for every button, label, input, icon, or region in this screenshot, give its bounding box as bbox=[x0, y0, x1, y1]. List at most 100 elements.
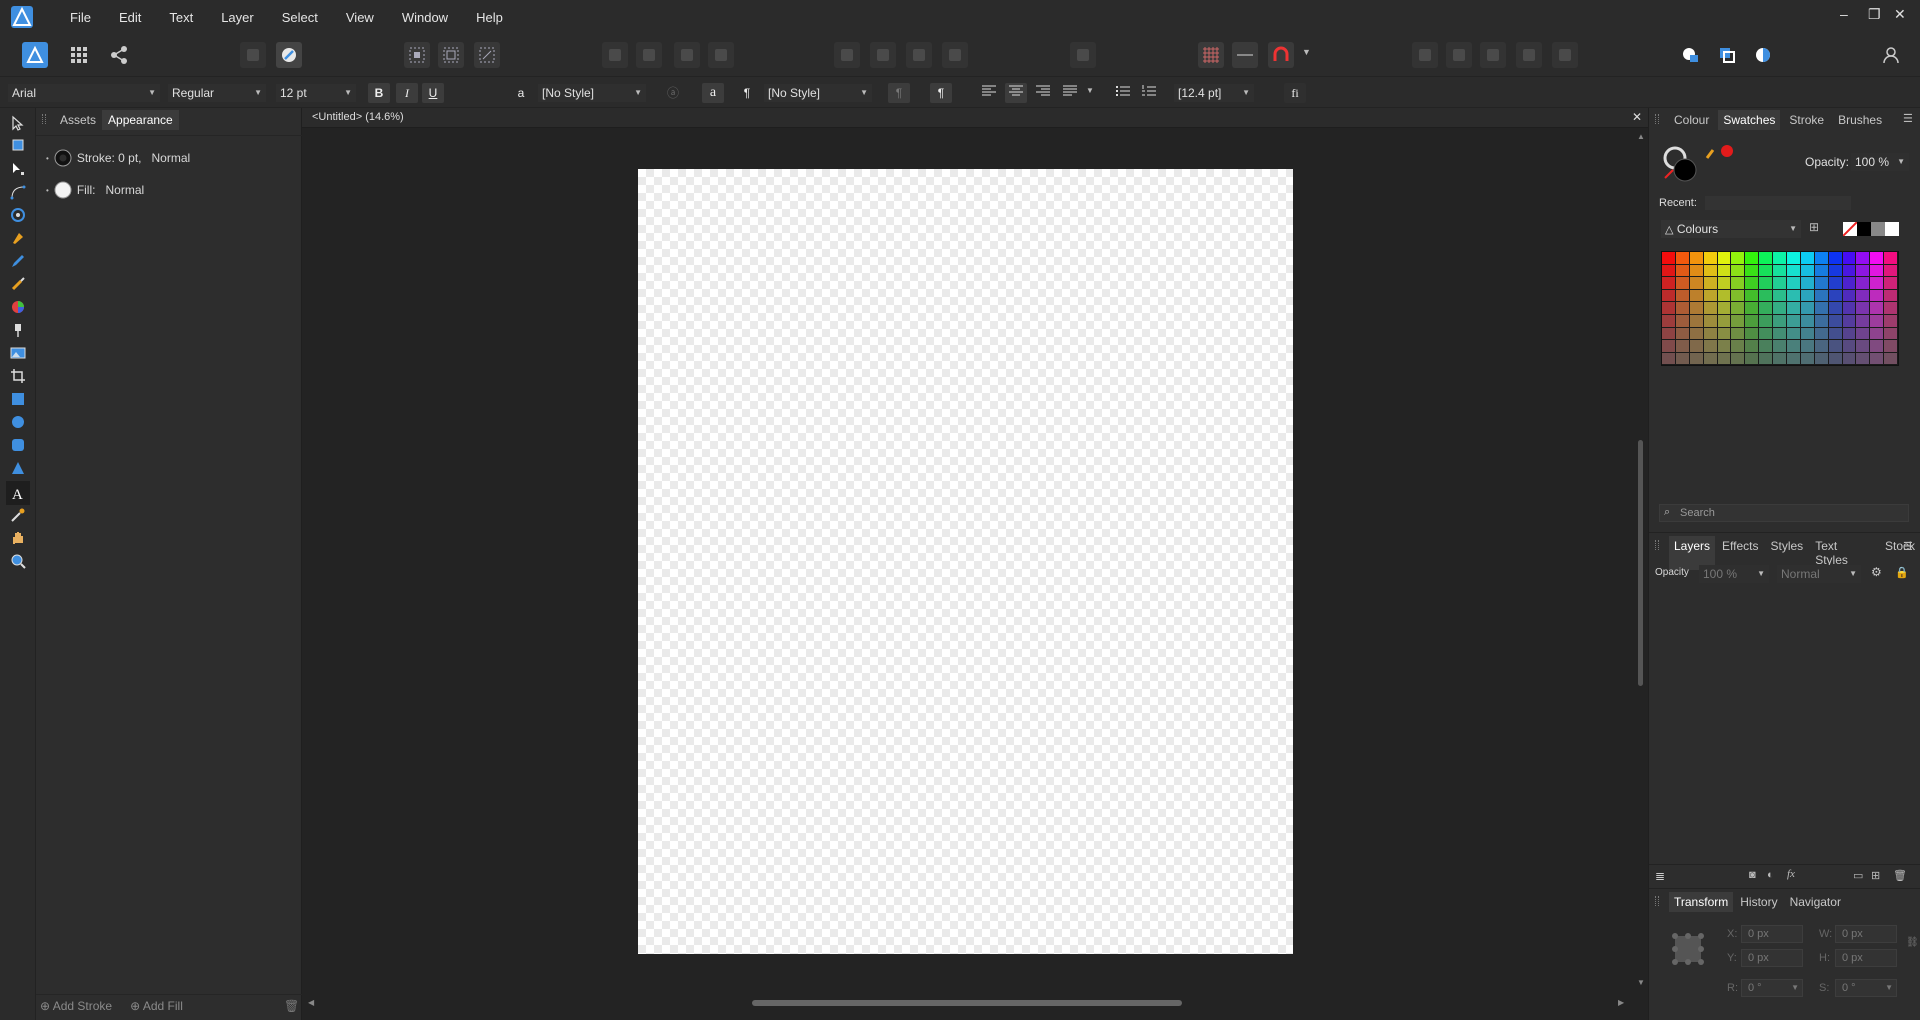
layer-mode-button[interactable] bbox=[1750, 42, 1776, 68]
color-swatch[interactable] bbox=[1800, 340, 1815, 353]
color-swatch[interactable] bbox=[1828, 327, 1843, 341]
gear-icon[interactable]: ⚙ bbox=[1871, 565, 1882, 579]
typography-button[interactable]: fi bbox=[1284, 83, 1306, 103]
color-swatch[interactable] bbox=[1731, 314, 1746, 328]
clear-paragraph-button[interactable]: ¶ bbox=[888, 83, 910, 103]
color-swatch[interactable] bbox=[1814, 252, 1829, 265]
color-swatch[interactable] bbox=[1662, 340, 1676, 353]
tab-navigator[interactable]: Navigator bbox=[1785, 892, 1846, 912]
scroll-right-icon[interactable]: ▶ bbox=[1618, 998, 1624, 1007]
color-swatch[interactable] bbox=[1717, 252, 1732, 265]
justify-dropdown-icon[interactable]: ▼ bbox=[1086, 86, 1094, 95]
opacity-select[interactable]: 100 % ▼ bbox=[1851, 153, 1909, 171]
color-swatch[interactable] bbox=[1703, 302, 1718, 315]
color-swatch[interactable] bbox=[1745, 277, 1760, 290]
palette-select[interactable]: △ Colours ▼ bbox=[1661, 220, 1801, 238]
color-swatch[interactable] bbox=[1800, 277, 1815, 290]
fill-row[interactable]: • Fill: Normal bbox=[46, 180, 144, 200]
transparency-tool[interactable] bbox=[8, 320, 28, 340]
color-swatch[interactable] bbox=[1800, 327, 1815, 341]
insert-inside-button[interactable] bbox=[404, 42, 430, 68]
color-swatch[interactable] bbox=[1745, 340, 1760, 353]
color-swatch[interactable] bbox=[1787, 352, 1801, 366]
color-swatch[interactable] bbox=[1856, 340, 1871, 353]
color-swatch[interactable] bbox=[1814, 314, 1829, 328]
color-swatch[interactable] bbox=[1703, 352, 1718, 366]
color-swatch[interactable] bbox=[1842, 264, 1857, 278]
adjustment-icon[interactable]: ◐ bbox=[1767, 869, 1774, 881]
boolean-intersect-button[interactable] bbox=[1480, 42, 1506, 68]
color-swatch[interactable] bbox=[1689, 252, 1704, 265]
color-swatch[interactable] bbox=[1856, 314, 1871, 328]
snapping-grid-button[interactable] bbox=[1198, 42, 1224, 68]
boolean-subtract-button[interactable] bbox=[1446, 42, 1472, 68]
align-left-text-button[interactable] bbox=[978, 83, 1000, 103]
color-swatch[interactable] bbox=[1717, 340, 1732, 353]
color-swatch[interactable] bbox=[1675, 264, 1690, 278]
color-swatch[interactable] bbox=[1689, 352, 1704, 366]
italic-button[interactable]: I bbox=[396, 83, 418, 103]
tab-assets[interactable]: Assets bbox=[54, 110, 102, 130]
color-swatch[interactable] bbox=[1842, 314, 1857, 328]
color-swatch[interactable] bbox=[1800, 289, 1815, 303]
rotation-field[interactable]: 0 ° ▼ bbox=[1741, 979, 1803, 997]
menu-file[interactable]: File bbox=[56, 10, 105, 25]
recent-swatches-strip[interactable] bbox=[1705, 196, 1851, 210]
mask-icon[interactable]: ◙ bbox=[1749, 869, 1756, 881]
tab-transform[interactable]: Transform bbox=[1669, 892, 1734, 912]
color-swatch[interactable] bbox=[1675, 314, 1690, 328]
color-swatch[interactable] bbox=[1828, 289, 1843, 303]
ellipse-tool[interactable] bbox=[8, 412, 28, 432]
color-swatch[interactable] bbox=[1717, 314, 1732, 328]
color-swatch[interactable] bbox=[1717, 277, 1732, 290]
color-swatch[interactable] bbox=[1828, 340, 1843, 353]
white-swatch[interactable] bbox=[1885, 222, 1899, 236]
color-swatch[interactable] bbox=[1842, 289, 1857, 303]
color-swatch[interactable] bbox=[1800, 264, 1815, 278]
group-layers-icon[interactable]: ⊞ bbox=[1871, 869, 1880, 882]
numbered-list-button[interactable] bbox=[1138, 83, 1160, 103]
color-swatch[interactable] bbox=[1745, 327, 1760, 341]
color-swatch[interactable] bbox=[1675, 327, 1690, 341]
color-swatch[interactable] bbox=[1842, 302, 1857, 315]
align-right-tb-button[interactable] bbox=[674, 42, 700, 68]
move-forward-button[interactable] bbox=[1678, 42, 1704, 68]
color-swatch[interactable] bbox=[1870, 289, 1885, 303]
w-field[interactable]: 0 px bbox=[1835, 925, 1897, 943]
align-top-tb-button[interactable] bbox=[708, 42, 734, 68]
color-swatch[interactable] bbox=[1759, 277, 1774, 290]
color-swatch[interactable] bbox=[1662, 302, 1676, 315]
color-swatch[interactable] bbox=[1814, 340, 1829, 353]
color-swatch[interactable] bbox=[1884, 252, 1899, 265]
view-tool[interactable] bbox=[8, 528, 28, 548]
panel-grip-icon[interactable] bbox=[1655, 540, 1659, 550]
color-swatch[interactable] bbox=[1814, 289, 1829, 303]
document-setup-button[interactable] bbox=[240, 42, 266, 68]
color-swatch[interactable] bbox=[1828, 264, 1843, 278]
color-swatch[interactable] bbox=[1773, 340, 1788, 353]
snap-dropdown-arrow-icon[interactable]: ▼ bbox=[1302, 47, 1311, 57]
scroll-down-icon[interactable]: ▼ bbox=[1637, 978, 1645, 987]
shear-field[interactable]: 0 ° ▼ bbox=[1835, 979, 1897, 997]
stroke-row[interactable]: • Stroke: 0 pt, Normal bbox=[46, 148, 190, 168]
color-swatch[interactable] bbox=[1675, 302, 1690, 315]
color-swatch[interactable] bbox=[1745, 289, 1760, 303]
panel-grip-icon[interactable] bbox=[1655, 896, 1659, 906]
fill-blend-mode[interactable]: Normal bbox=[105, 183, 144, 197]
color-swatch[interactable] bbox=[1884, 340, 1899, 353]
color-swatch[interactable] bbox=[1689, 327, 1704, 341]
arrange-button[interactable] bbox=[1070, 42, 1096, 68]
color-swatch[interactable] bbox=[1884, 277, 1899, 290]
corner-tool[interactable] bbox=[8, 182, 28, 202]
color-swatch[interactable] bbox=[1675, 277, 1690, 290]
align-center-text-button[interactable] bbox=[1005, 83, 1027, 103]
font-weight-select[interactable]: Regular ▼ bbox=[168, 84, 266, 102]
swatch-search-field[interactable]: ⌕ Search bbox=[1659, 504, 1909, 522]
boolean-xor-button[interactable] bbox=[1516, 42, 1542, 68]
vertical-scroll-thumb[interactable] bbox=[1638, 440, 1643, 686]
font-family-select[interactable]: Arial ▼ bbox=[8, 84, 160, 102]
color-swatch[interactable] bbox=[1745, 252, 1760, 265]
color-swatch[interactable] bbox=[1787, 289, 1801, 303]
move-tool[interactable] bbox=[8, 113, 28, 133]
color-swatch[interactable] bbox=[1731, 264, 1746, 278]
